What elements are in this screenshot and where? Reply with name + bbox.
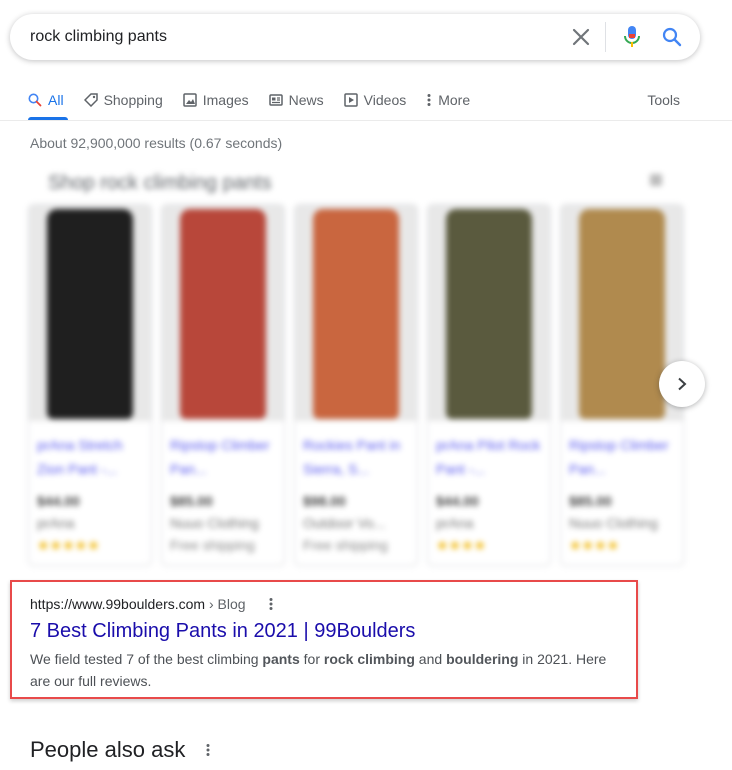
product-shipping: Free shipping [170,537,255,553]
product-rating: ★★★★ [436,537,487,553]
tab-news[interactable]: News [268,92,324,108]
product-rating: ★★★★★ [37,537,100,553]
news-icon [268,94,283,106]
result-stats: About 92,900,000 results (0.67 seconds) [30,135,283,151]
shopping-title: Shop rock climbing pants [48,172,272,194]
people-also-ask-heading: People also ask [30,737,211,763]
result-snippet: We field tested 7 of the best climbing p… [30,648,630,692]
tabs-divider [0,120,732,121]
search-bar-divider [605,22,606,52]
carousel-next-button[interactable] [659,361,705,407]
tab-label: News [288,92,324,108]
image-icon [182,93,197,107]
product-price: $98.00 [303,493,346,509]
more-vert-icon[interactable] [650,174,662,186]
snippet-text: We field tested 7 of the best climbing [30,651,263,667]
product-image [428,205,550,421]
product-store: Nuuo Clothing [170,515,259,531]
more-vert-icon [427,94,431,106]
snippet-text: for [299,651,324,667]
product-card[interactable]: Ripstop Climber Pan... $85.00 Nuuo Cloth… [161,204,285,566]
product-price: $44.00 [436,493,479,509]
product-title: Ripstop Climber Pan... [170,437,270,477]
tab-label: All [48,92,64,108]
search-icon [28,93,42,107]
product-title: Ripstop Climber Pan... [569,437,669,477]
product-shipping: Free shipping [303,537,388,553]
paa-title: People also ask [30,737,186,762]
result-url[interactable]: https://www.99boulders.com [30,596,205,612]
tag-icon [83,93,98,107]
tab-videos[interactable]: Videos [343,92,407,108]
tools-button[interactable]: Tools [647,88,680,112]
search-bar[interactable]: rock climbing pants [10,14,700,60]
tab-images[interactable]: Images [182,92,249,108]
chevron-right-icon [678,377,687,391]
snippet-bold: pants [262,651,300,667]
tab-label: More [438,92,471,108]
microphone-icon[interactable] [620,25,644,49]
snippet-bold: rock climbing [323,651,415,667]
product-title: prAna Stretch Zion Pant -... [37,437,123,477]
result-citation: https://www.99boulders.com › Blog [30,596,274,612]
product-card[interactable]: prAna Stretch Zion Pant -... $44.00 prAn… [28,204,152,566]
result-title-link[interactable]: 7 Best Climbing Pants in 2021 | 99Boulde… [30,620,415,643]
product-card[interactable]: Rockies Pant in Sierra, S... $98.00 Outd… [294,204,418,566]
search-tabs: All Shopping Images News Videos More [28,88,702,112]
tab-all[interactable]: All [28,92,64,108]
clear-icon[interactable] [569,25,593,49]
more-vert-icon[interactable] [205,743,211,757]
search-bar-actions [569,22,684,52]
product-image [29,205,151,421]
video-icon [343,93,358,107]
product-store: Nuuo Clothing [569,515,658,531]
product-image [162,205,284,421]
search-icon[interactable] [660,25,684,49]
product-title: prAna Pilot Rock Pant -... [436,437,541,477]
tab-label: Videos [363,92,407,108]
product-title: Rockies Pant in Sierra, S... [303,437,401,477]
tab-shopping[interactable]: Shopping [83,92,163,108]
tab-more[interactable]: More [426,92,470,108]
product-price: $44.00 [37,493,80,509]
product-store: prAna [436,515,474,531]
shopping-carousel: Shop rock climbing pants prAna Stretch Z… [28,168,688,568]
result-breadcrumb: › Blog [208,596,246,612]
product-image [295,205,417,421]
search-result: https://www.99boulders.com › Blog 7 Best… [10,580,638,699]
product-store: prAna [37,515,75,531]
snippet-text: and [414,651,447,667]
tab-label: Shopping [103,92,163,108]
product-price: $85.00 [170,493,213,509]
search-input[interactable]: rock climbing pants [30,28,569,46]
product-store: Outdoor Vo... [303,515,386,531]
more-vert-icon[interactable] [268,597,274,611]
tab-label: Images [202,92,249,108]
snippet-bold: bouldering [446,651,519,667]
product-rating: ★★★★ [569,537,620,553]
product-card[interactable]: prAna Pilot Rock Pant -... $44.00 prAna … [427,204,551,566]
product-price: $85.00 [569,493,612,509]
